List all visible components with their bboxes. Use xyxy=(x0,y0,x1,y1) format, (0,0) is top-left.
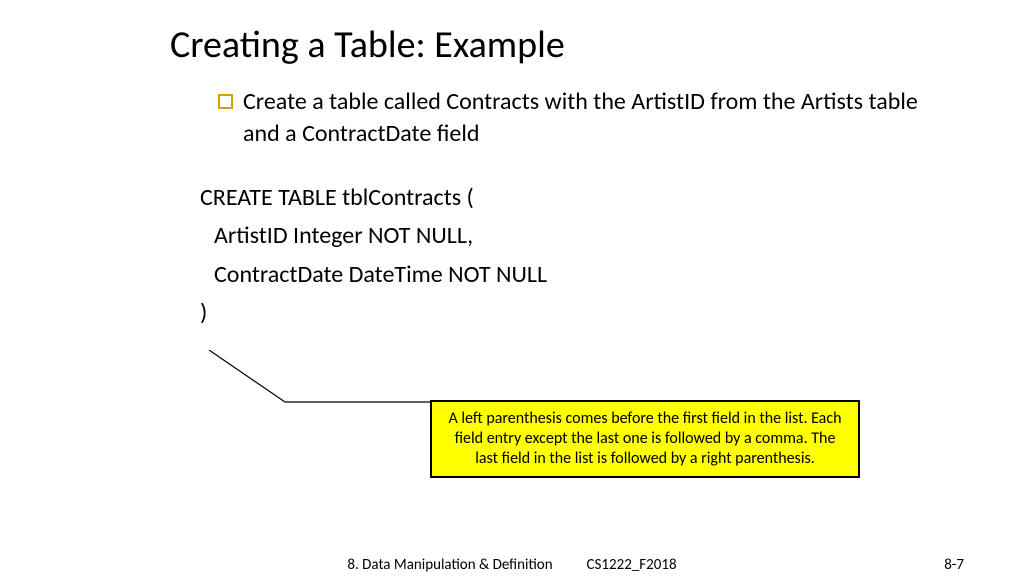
footer-center: 8. Data Manipulation & Definition CS1222… xyxy=(347,556,676,574)
footer-course: CS1222_F2018 xyxy=(587,556,677,574)
code-line: ArtistID Integer NOT NULL, xyxy=(200,217,1024,255)
code-line: ) xyxy=(200,294,1024,332)
bullet-text: Create a table called Contracts with the… xyxy=(243,86,944,151)
callout-annotation: A left parenthesis comes before the firs… xyxy=(430,400,860,478)
callout-connector-line xyxy=(205,350,437,406)
footer-page-number: 8-7 xyxy=(944,556,964,574)
code-line: CREATE TABLE tblContracts ( xyxy=(200,179,1024,217)
bullet-item: Create a table called Contracts with the… xyxy=(218,86,944,151)
slide-title: Creating a Table: Example xyxy=(0,0,1024,68)
bullet-icon xyxy=(218,94,233,109)
bullet-block: Create a table called Contracts with the… xyxy=(0,68,1024,151)
footer-chapter: 8. Data Manipulation & Definition xyxy=(347,556,552,574)
code-line: ContractDate DateTime NOT NULL xyxy=(200,256,1024,294)
code-block: CREATE TABLE tblContracts ( ArtistID Int… xyxy=(0,151,1024,333)
